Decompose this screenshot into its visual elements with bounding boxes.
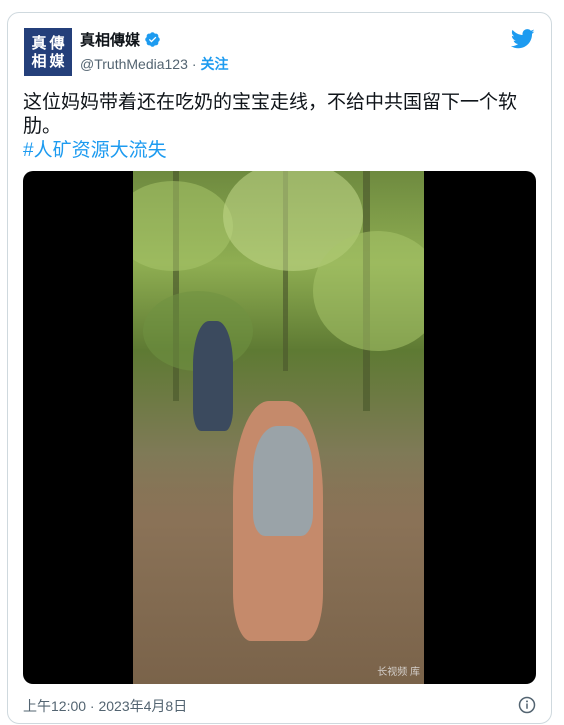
tweet-timestamp[interactable]: 上午12:00 · 2023年4月8日 — [23, 696, 187, 716]
author-name-row: 真相傳媒 — [80, 29, 161, 50]
verified-badge-icon — [145, 32, 160, 47]
author-display-name[interactable]: 真相傳媒 — [80, 29, 140, 50]
video-watermark: 长视频 库 — [377, 667, 420, 678]
twitter-bird-icon[interactable] — [511, 29, 535, 49]
author-handle-row: @TruthMedia123 · 关注 — [80, 54, 229, 74]
avatar-char: 真 — [31, 34, 47, 52]
info-icon[interactable] — [518, 696, 536, 714]
follow-button[interactable]: 关注 — [201, 54, 229, 74]
author-handle[interactable]: @TruthMedia123 — [80, 56, 188, 72]
tweet-card: 真 傳 相 媒 真相傳媒 @TruthMedia123 · 关注 这位妈妈带着还… — [7, 12, 552, 724]
hashtag-link[interactable]: #人矿资源大流失 — [23, 139, 528, 163]
separator-dot: · — [191, 56, 197, 72]
avatar-char: 傳 — [49, 34, 65, 52]
author-avatar[interactable]: 真 傳 相 媒 — [24, 28, 72, 76]
tweet-text: 这位妈妈带着还在吃奶的宝宝走线，不给中共国留下一个软肋。 — [23, 92, 518, 137]
avatar-char: 相 — [31, 52, 47, 70]
video-frame: 长视频 库 — [133, 171, 424, 684]
avatar-char: 媒 — [49, 52, 65, 70]
video-player[interactable]: 长视频 库 — [23, 171, 536, 684]
tweet-body: 这位妈妈带着还在吃奶的宝宝走线，不给中共国留下一个软肋。 #人矿资源大流失 — [23, 91, 528, 163]
